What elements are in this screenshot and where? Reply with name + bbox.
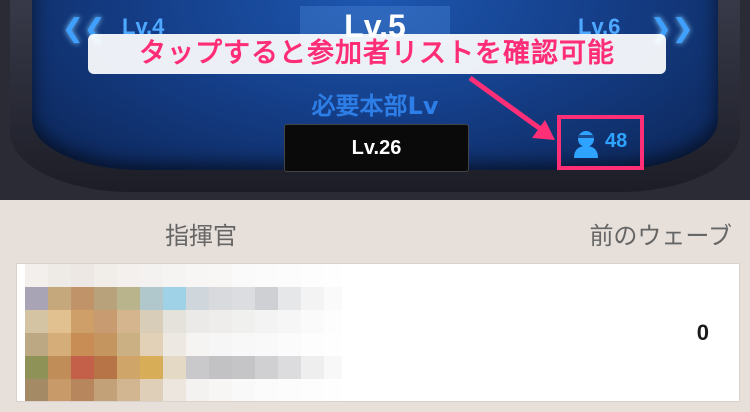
blur-tile: [301, 333, 324, 356]
blur-tile: [278, 356, 301, 379]
blur-tile: [232, 356, 255, 379]
blur-tile: [163, 379, 186, 401]
blur-tile: [209, 264, 232, 287]
blur-tile: [209, 310, 232, 333]
blur-tile: [140, 333, 163, 356]
blur-tile: [301, 264, 324, 287]
blur-tile: [163, 310, 186, 333]
blur-tile: [48, 356, 71, 379]
blur-tile: [71, 379, 94, 401]
blurred-commander-info: [17, 264, 342, 401]
blur-tile: [186, 333, 209, 356]
blur-tile: [94, 379, 117, 401]
blur-tile: [117, 356, 140, 379]
blur-tile: [232, 379, 255, 401]
blur-tile: [71, 287, 94, 310]
table-header: 指揮官 前のウェーブ: [0, 200, 750, 262]
blur-tile: [186, 287, 209, 310]
blur-tile: [209, 356, 232, 379]
blur-tile: [232, 264, 255, 287]
blur-tile: [25, 287, 48, 310]
blur-tile: [324, 310, 342, 333]
blur-tile: [163, 356, 186, 379]
blur-tile: [278, 287, 301, 310]
blur-tile: [140, 356, 163, 379]
blur-tile: [209, 379, 232, 401]
column-header-commander: 指揮官: [165, 222, 237, 250]
blur-tile: [255, 264, 278, 287]
blur-tile: [186, 310, 209, 333]
previous-wave-value: 0: [696, 320, 709, 345]
blur-tile: [186, 379, 209, 401]
blur-tile: [324, 287, 342, 310]
blur-tile: [232, 287, 255, 310]
blur-tile: [324, 379, 342, 401]
blur-tile: [255, 356, 278, 379]
blur-tile: [140, 287, 163, 310]
blur-tile: [71, 333, 94, 356]
blur-tile: [117, 264, 140, 287]
blur-tile: [255, 333, 278, 356]
blur-tile: [301, 379, 324, 401]
blur-tile: [140, 379, 163, 401]
blur-tile: [48, 333, 71, 356]
blur-tile: [71, 356, 94, 379]
annotation-arrow-icon: [468, 75, 555, 140]
blur-tile: [140, 310, 163, 333]
blur-tile: [48, 310, 71, 333]
blur-tile: [186, 264, 209, 287]
blur-tile: [163, 333, 186, 356]
blur-tile: [94, 356, 117, 379]
table-row[interactable]: 0: [16, 263, 740, 402]
blur-tile: [186, 356, 209, 379]
blur-tile: [140, 264, 163, 287]
blur-tile: [301, 310, 324, 333]
blur-tile: [163, 264, 186, 287]
blur-tile: [301, 287, 324, 310]
blur-tile: [94, 264, 117, 287]
blur-tile: [255, 379, 278, 401]
blur-tile: [278, 264, 301, 287]
blur-tile: [255, 310, 278, 333]
blur-tile: [232, 310, 255, 333]
blur-tile: [25, 356, 48, 379]
blur-tile: [278, 379, 301, 401]
blur-tile: [324, 333, 342, 356]
blur-tile: [48, 287, 71, 310]
blur-tile: [117, 310, 140, 333]
blur-tile: [278, 333, 301, 356]
blur-tile: [25, 333, 48, 356]
blur-tile: [25, 264, 48, 287]
blur-tile: [94, 287, 117, 310]
blur-tile: [94, 333, 117, 356]
level-panel: ❮❮ Lv.4 Lv.5 Lv.6 ❯❯ 必要本部Lv Lv.26 48 タップ…: [0, 0, 750, 200]
blur-tile: [278, 310, 301, 333]
blur-tile: [94, 310, 117, 333]
blur-tile: [117, 333, 140, 356]
blur-tile: [71, 310, 94, 333]
blur-tile: [163, 287, 186, 310]
blur-tile: [324, 356, 342, 379]
blur-tile: [255, 287, 278, 310]
blur-tile: [117, 287, 140, 310]
blur-tile: [117, 379, 140, 401]
blur-tile: [25, 379, 48, 401]
blur-tile: [25, 310, 48, 333]
blur-tile: [48, 264, 71, 287]
blur-tile: [71, 264, 94, 287]
blur-tile: [324, 264, 342, 287]
blur-tile: [209, 333, 232, 356]
blur-tile: [209, 287, 232, 310]
blur-tile: [301, 356, 324, 379]
column-header-previous-wave: 前のウェーブ: [589, 222, 732, 250]
blur-tile: [48, 379, 71, 401]
blur-tile: [232, 333, 255, 356]
